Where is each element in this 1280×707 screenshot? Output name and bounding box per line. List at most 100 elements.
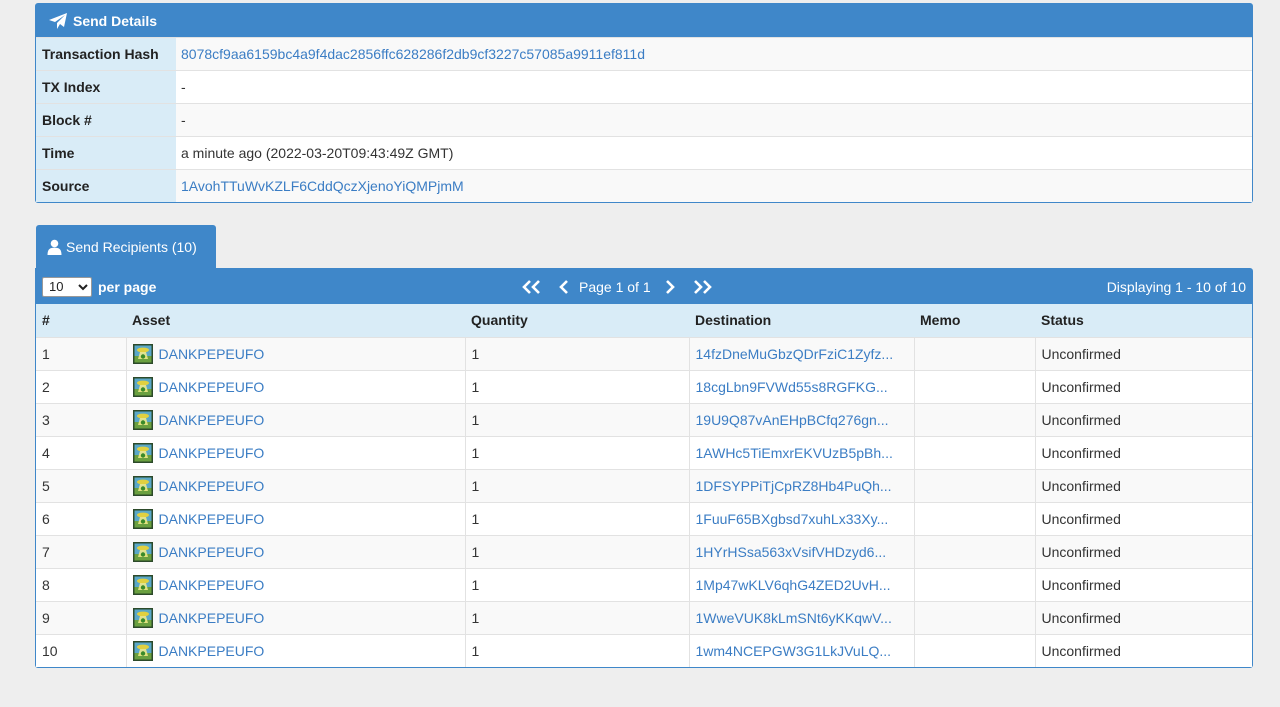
asset-cell: DANKPEPEUFO xyxy=(125,633,465,667)
column-header-asset[interactable]: Asset xyxy=(126,304,465,337)
status-cell: Unconfirmed xyxy=(1034,633,1252,667)
detail-value-cell: a minute ago (2022-03-20T09:43:49Z GMT) xyxy=(176,137,1252,169)
asset-cell-content: DANKPEPEUFO xyxy=(132,541,459,562)
tab-send-recipients-label: Send Recipients (10) xyxy=(66,239,197,255)
asset-icon xyxy=(132,343,153,364)
row-number-cell: 7 xyxy=(36,534,126,568)
chevron-right-icon xyxy=(665,279,675,294)
asset-cell-content: DANKPEPEUFO xyxy=(132,442,459,463)
detail-label: Block # xyxy=(36,104,176,136)
paper-plane-icon xyxy=(49,12,67,29)
destination-link[interactable]: 1DFSYPPiTjCpRZ8Hb4PuQh... xyxy=(696,478,892,494)
detail-row: TX Index - xyxy=(36,70,1252,103)
detail-value-cell: - xyxy=(176,104,1252,136)
send-details-header: Send Details xyxy=(36,4,1252,37)
asset-icon xyxy=(132,475,153,496)
detail-row: Transaction Hash 8078cf9aa6159bc4a9f4dac2… xyxy=(36,37,1252,70)
status-cell: Unconfirmed xyxy=(1034,600,1252,634)
asset-cell: DANKPEPEUFO xyxy=(125,534,465,568)
asset-cell-content: DANKPEPEUFO xyxy=(132,640,459,661)
destination-link[interactable]: 1FuuF65BXgbsd7xuhLx33Xy... xyxy=(696,511,889,527)
asset-cell: DANKPEPEUFO xyxy=(125,402,465,436)
first-page-button[interactable] xyxy=(521,279,543,294)
double-chevron-right-icon xyxy=(693,279,712,294)
per-page-label: per page xyxy=(98,278,157,295)
double-chevron-left-icon xyxy=(522,279,540,294)
detail-value: - xyxy=(181,79,186,95)
asset-cell: DANKPEPEUFO xyxy=(125,567,465,601)
next-page-button[interactable] xyxy=(665,279,675,294)
detail-label: Source xyxy=(36,170,176,202)
row-number-cell: 9 xyxy=(36,600,126,634)
detail-value: - xyxy=(181,112,186,128)
destination-link[interactable]: 19U9Q87vAnEHpBCfq276gn... xyxy=(696,412,889,428)
asset-cell: DANKPEPEUFO xyxy=(125,600,465,634)
destination-cell: 1AWHc5TiEmxrEKVUzB5pBh... xyxy=(688,435,914,469)
quantity-cell: 1 xyxy=(464,369,689,403)
quantity-cell: 1 xyxy=(464,501,689,535)
quantity-cell: 1 xyxy=(464,633,689,667)
column-header-memo[interactable]: Memo xyxy=(914,304,1035,337)
detail-value-cell: - xyxy=(176,71,1252,103)
table-row: 10 DANKPEPEUFO 1 1wm4NCEPGW3G1LkJVuLQ... Unc… xyxy=(36,633,1252,667)
column-header-destination[interactable]: Destination xyxy=(689,304,914,337)
asset-cell: DANKPEPEUFO xyxy=(125,435,465,469)
asset-icon xyxy=(132,508,153,529)
asset-cell: DANKPEPEUFO xyxy=(125,468,465,502)
per-page-select[interactable]: 10 xyxy=(42,276,92,297)
destination-link[interactable]: 1HYrHSsa563xVsifVHDzyd6... xyxy=(696,544,887,560)
memo-cell xyxy=(913,402,1035,436)
quantity-cell: 1 xyxy=(464,435,689,469)
row-number-cell: 10 xyxy=(36,633,126,667)
asset-icon xyxy=(132,607,153,628)
table-row: 7 DANKPEPEUFO 1 1HYrHSsa563xVsifVHDzyd6... U… xyxy=(36,534,1252,568)
prev-page-button[interactable] xyxy=(559,279,569,294)
memo-cell xyxy=(913,600,1035,634)
destination-cell: 1FuuF65BXgbsd7xuhLx33Xy... xyxy=(688,501,914,535)
recipient-rows: 1 DANKPEPEUFO 1 14fzDneMuGbzQDrFziC1Zyfz...… xyxy=(36,336,1252,667)
displaying-count: Displaying 1 - 10 of 10 xyxy=(1106,278,1246,295)
destination-link[interactable]: 18cgLbn9FVWd55s8RGFKG... xyxy=(696,379,888,395)
page-indicator: Page 1 of 1 xyxy=(579,278,651,295)
column-header-status[interactable]: Status xyxy=(1035,304,1252,337)
asset-link[interactable]: DANKPEPEUFO xyxy=(159,379,265,395)
asset-link[interactable]: DANKPEPEUFO xyxy=(159,610,265,626)
tab-send-recipients[interactable]: Send Recipients (10) xyxy=(36,225,216,269)
destination-cell: 14fzDneMuGbzQDrFziC1Zyfz... xyxy=(688,336,914,370)
row-number-cell: 4 xyxy=(36,435,126,469)
last-page-button[interactable] xyxy=(691,279,713,294)
destination-cell: 1HYrHSsa563xVsifVHDzyd6... xyxy=(688,534,914,568)
asset-link[interactable]: DANKPEPEUFO xyxy=(159,412,265,428)
destination-link[interactable]: 14fzDneMuGbzQDrFziC1Zyfz... xyxy=(696,346,894,362)
destination-cell: 1WweVUK8kLmSNt6yKKqwV... xyxy=(688,600,914,634)
status-cell: Unconfirmed xyxy=(1034,501,1252,535)
asset-link[interactable]: DANKPEPEUFO xyxy=(159,643,265,659)
asset-link[interactable]: DANKPEPEUFO xyxy=(159,346,265,362)
memo-cell xyxy=(913,501,1035,535)
column-header-quantity[interactable]: Quantity xyxy=(465,304,689,337)
detail-value-link[interactable]: 1AvohTTuWvKZLF6CddQczXjenoYiQMPjmM xyxy=(181,178,464,194)
asset-cell-content: DANKPEPEUFO xyxy=(132,508,459,529)
column-header-number[interactable]: # xyxy=(36,304,126,337)
memo-cell xyxy=(913,369,1035,403)
detail-value: a minute ago (2022-03-20T09:43:49Z GMT) xyxy=(181,145,454,161)
asset-link[interactable]: DANKPEPEUFO xyxy=(159,445,265,461)
asset-cell-content: DANKPEPEUFO xyxy=(132,475,459,496)
memo-cell xyxy=(913,435,1035,469)
destination-link[interactable]: 1WweVUK8kLmSNt6yKKqwV... xyxy=(696,610,892,626)
asset-link[interactable]: DANKPEPEUFO xyxy=(159,577,265,593)
destination-link[interactable]: 1AWHc5TiEmxrEKVUzB5pBh... xyxy=(696,445,893,461)
detail-value-cell: 1AvohTTuWvKZLF6CddQczXjenoYiQMPjmM xyxy=(176,170,1252,202)
destination-link[interactable]: 1Mp47wKLV6qhG4ZED2UvH... xyxy=(696,577,891,593)
detail-value-link[interactable]: 8078cf9aa6159bc4a9f4dac2856ffc628286f2db… xyxy=(181,46,645,62)
destination-link[interactable]: 1wm4NCEPGW3G1LkJVuLQ... xyxy=(696,643,892,659)
recipients-panel: 10 per page Page 1 of 1 Displaying 1 - 1… xyxy=(35,268,1253,668)
table-header-row: # Asset Quantity Destination Memo Status xyxy=(36,304,1252,337)
asset-icon xyxy=(132,442,153,463)
quantity-cell: 1 xyxy=(464,468,689,502)
quantity-cell: 1 xyxy=(464,534,689,568)
asset-link[interactable]: DANKPEPEUFO xyxy=(159,511,265,527)
table-row: 9 DANKPEPEUFO 1 1WweVUK8kLmSNt6yKKqwV... Unc… xyxy=(36,600,1252,634)
asset-link[interactable]: DANKPEPEUFO xyxy=(159,478,265,494)
asset-link[interactable]: DANKPEPEUFO xyxy=(159,544,265,560)
